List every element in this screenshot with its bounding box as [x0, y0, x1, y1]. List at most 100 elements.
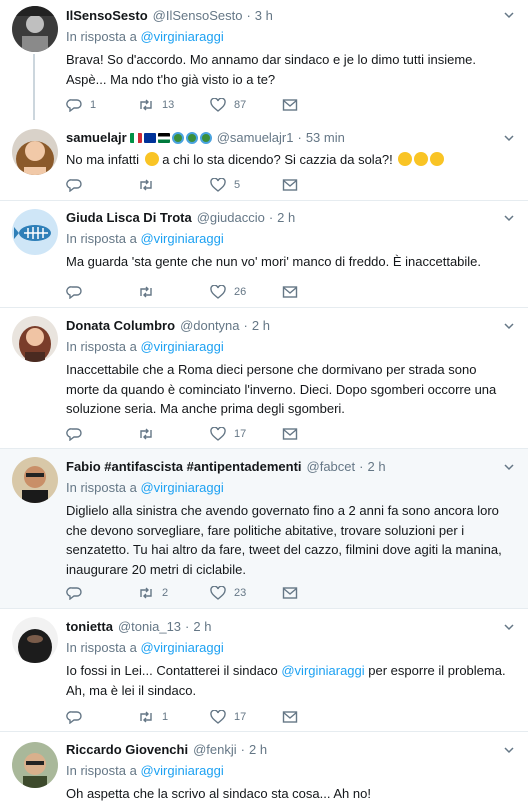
like-count: 5: [234, 179, 241, 191]
reply-button[interactable]: [66, 586, 138, 600]
avatar[interactable]: [12, 129, 58, 175]
direct-message-button[interactable]: [282, 427, 354, 441]
avatar[interactable]: [12, 209, 58, 255]
retweet-button[interactable]: [138, 427, 210, 441]
user-name[interactable]: Giuda Lisca Di Trota: [66, 209, 192, 227]
tweet[interactable]: IlSensoSesto @IlSensoSesto · 3 h In risp…: [0, 0, 528, 123]
user-handle[interactable]: @giudaccio: [197, 209, 265, 227]
reply-to-link[interactable]: @virginiaraggi: [140, 640, 223, 655]
timestamp[interactable]: 2 h: [277, 209, 295, 227]
like-button[interactable]: 17: [210, 427, 282, 441]
user-name[interactable]: tonietta: [66, 618, 113, 636]
reply-to-link[interactable]: @virginiaraggi: [140, 339, 223, 354]
heart-icon: [210, 178, 226, 192]
direct-message-button[interactable]: [282, 710, 354, 724]
user-handle[interactable]: @IlSensoSesto: [153, 7, 243, 25]
like-count: 17: [234, 711, 247, 723]
timestamp[interactable]: 3 h: [255, 7, 273, 25]
reply-button[interactable]: [66, 178, 138, 192]
user-handle[interactable]: @dontyna: [180, 317, 239, 335]
reply-button[interactable]: [66, 710, 138, 724]
laughing-emoji-icon: [398, 152, 413, 166]
reply-icon: [66, 99, 82, 112]
retweet-count: 1: [162, 711, 169, 723]
retweet-button[interactable]: 1: [138, 710, 210, 724]
user-handle[interactable]: @tonia_13: [118, 618, 181, 636]
user-handle[interactable]: @fabcet: [307, 458, 356, 476]
timestamp[interactable]: 53 min: [306, 129, 345, 147]
timestamp[interactable]: 2 h: [252, 317, 270, 335]
tweet-text: Diglielo alla sinistra che avendo govern…: [66, 503, 502, 577]
chevron-down-icon[interactable]: [504, 745, 514, 755]
retweet-button[interactable]: [138, 285, 210, 299]
heart-icon: [210, 98, 226, 112]
avatar[interactable]: [12, 457, 58, 503]
like-button[interactable]: 87: [210, 98, 282, 112]
direct-message-button[interactable]: [282, 98, 354, 112]
eu-flag-icon: [143, 133, 156, 143]
tweet-text: Inaccettabile che a Roma dieci persone c…: [66, 362, 497, 416]
chevron-down-icon[interactable]: [504, 10, 514, 20]
reply-context: In risposta a @virginiaraggi: [66, 763, 224, 778]
flag-emojis: [129, 132, 212, 144]
avatar[interactable]: [12, 617, 58, 663]
globe-icon: [199, 132, 212, 144]
reply-to-link[interactable]: @virginiaraggi: [140, 480, 223, 495]
tweet-header: Fabio #antifascista #antipentadementi @f…: [66, 458, 386, 476]
tweet-text: Brava! So d'accordo. Mo annamo dar sinda…: [66, 52, 477, 87]
direct-message-button[interactable]: [282, 178, 354, 192]
reply-button[interactable]: [66, 427, 138, 441]
thread-line: [33, 54, 35, 120]
user-handle[interactable]: @samuelajr1: [217, 129, 294, 147]
like-button[interactable]: 5: [210, 178, 282, 192]
chevron-down-icon[interactable]: [504, 462, 514, 472]
like-count: 26: [234, 286, 247, 298]
timestamp[interactable]: 2 h: [249, 741, 267, 759]
user-name[interactable]: Donata Columbro: [66, 317, 175, 335]
retweet-count: 13: [162, 99, 175, 111]
reply-to-link[interactable]: @virginiaraggi: [140, 29, 223, 44]
reply-to-link[interactable]: @virginiaraggi: [140, 763, 223, 778]
tweet-text: Ma guarda 'sta gente che nun vo' mori' m…: [66, 254, 482, 269]
reply-button[interactable]: 1: [66, 98, 138, 112]
reply-context: In risposta a @virginiaraggi: [66, 231, 224, 246]
reply-button[interactable]: [66, 285, 138, 299]
tweet[interactable]: Donata Columbro @dontyna · 2 h In rispos…: [0, 308, 528, 449]
italy-flag-icon: [129, 133, 142, 143]
reply-to-link[interactable]: @virginiaraggi: [140, 231, 223, 246]
like-count: 17: [234, 428, 247, 440]
tweet[interactable]: tonietta @tonia_13 · 2 h In risposta a @…: [0, 609, 528, 732]
like-button[interactable]: 17: [210, 710, 282, 724]
tweet[interactable]: Giuda Lisca Di Trota @giudaccio · 2 h In…: [0, 201, 528, 308]
user-handle[interactable]: @fenkji: [193, 741, 237, 759]
user-name[interactable]: samuelajr: [66, 129, 127, 147]
timestamp[interactable]: 2 h: [193, 618, 211, 636]
like-button[interactable]: 26: [210, 285, 282, 299]
retweet-button[interactable]: 13: [138, 98, 210, 112]
tweet[interactable]: Fabio #antifascista #antipentadementi @f…: [0, 449, 528, 609]
like-button[interactable]: 23: [210, 586, 282, 600]
chevron-down-icon[interactable]: [504, 133, 514, 143]
laughing-emoji-icon: [414, 152, 429, 166]
chevron-down-icon[interactable]: [504, 622, 514, 632]
retweet-icon: [140, 587, 152, 599]
tweet[interactable]: Riccardo Giovenchi @fenkji · 2 h In risp…: [0, 732, 528, 805]
user-name[interactable]: IlSensoSesto: [66, 7, 148, 25]
heart-icon: [210, 710, 226, 724]
chevron-down-icon[interactable]: [504, 321, 514, 331]
user-name[interactable]: Fabio #antifascista #antipentadementi: [66, 458, 302, 476]
timestamp[interactable]: 2 h: [367, 458, 385, 476]
retweet-icon: [140, 286, 152, 298]
envelope-icon: [282, 587, 298, 599]
avatar[interactable]: [12, 742, 58, 788]
mention-link[interactable]: @virginiaraggi: [281, 663, 364, 678]
tweet[interactable]: samuelajr @samuelajr1 · 53 min No ma inf…: [0, 123, 528, 201]
retweet-button[interactable]: 2: [138, 586, 210, 600]
chevron-down-icon[interactable]: [504, 213, 514, 223]
user-name[interactable]: Riccardo Giovenchi: [66, 741, 188, 759]
avatar[interactable]: [12, 6, 58, 52]
avatar[interactable]: [12, 316, 58, 362]
direct-message-button[interactable]: [282, 586, 354, 600]
direct-message-button[interactable]: [282, 285, 354, 299]
retweet-button[interactable]: [138, 178, 210, 192]
